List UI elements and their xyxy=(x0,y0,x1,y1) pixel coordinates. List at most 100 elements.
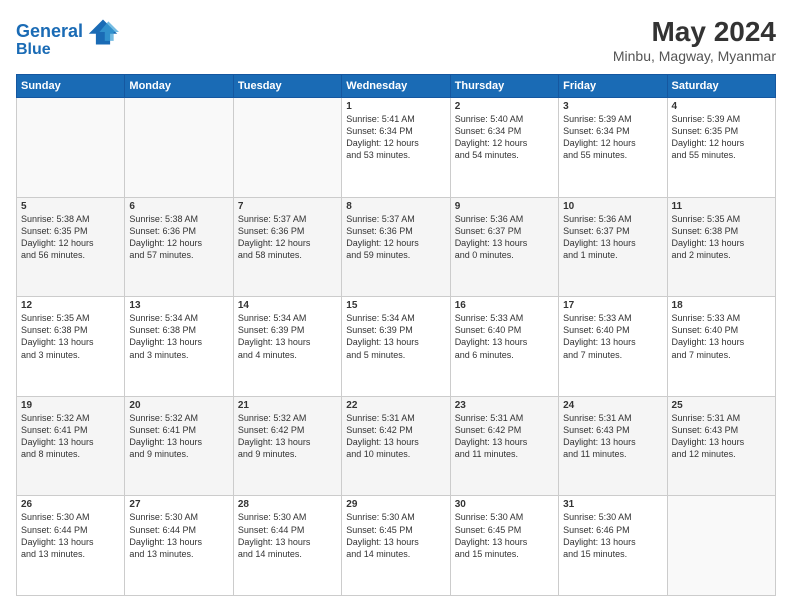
logo: General Blue xyxy=(16,16,119,59)
day-number: 20 xyxy=(129,400,228,411)
day-number: 21 xyxy=(238,400,337,411)
weekday-header-tuesday: Tuesday xyxy=(233,75,341,98)
week-row-1: 1Sunrise: 5:41 AM Sunset: 6:34 PM Daylig… xyxy=(17,98,776,198)
calendar-cell: 18Sunrise: 5:33 AM Sunset: 6:40 PM Dayli… xyxy=(667,297,775,397)
day-number: 18 xyxy=(672,300,771,311)
day-info: Sunrise: 5:38 AM Sunset: 6:35 PM Dayligh… xyxy=(21,213,120,262)
day-info: Sunrise: 5:30 AM Sunset: 6:44 PM Dayligh… xyxy=(129,511,228,560)
day-number: 15 xyxy=(346,300,445,311)
day-info: Sunrise: 5:35 AM Sunset: 6:38 PM Dayligh… xyxy=(21,312,120,361)
day-info: Sunrise: 5:37 AM Sunset: 6:36 PM Dayligh… xyxy=(346,213,445,262)
day-number: 29 xyxy=(346,499,445,510)
calendar-cell xyxy=(667,496,775,596)
day-info: Sunrise: 5:36 AM Sunset: 6:37 PM Dayligh… xyxy=(563,213,662,262)
weekday-header-thursday: Thursday xyxy=(450,75,558,98)
day-number: 6 xyxy=(129,201,228,212)
day-number: 13 xyxy=(129,300,228,311)
calendar-cell: 20Sunrise: 5:32 AM Sunset: 6:41 PM Dayli… xyxy=(125,396,233,496)
calendar-cell: 10Sunrise: 5:36 AM Sunset: 6:37 PM Dayli… xyxy=(559,197,667,297)
day-number: 9 xyxy=(455,201,554,212)
day-info: Sunrise: 5:34 AM Sunset: 6:39 PM Dayligh… xyxy=(238,312,337,361)
calendar-cell: 27Sunrise: 5:30 AM Sunset: 6:44 PM Dayli… xyxy=(125,496,233,596)
calendar-cell: 11Sunrise: 5:35 AM Sunset: 6:38 PM Dayli… xyxy=(667,197,775,297)
day-number: 23 xyxy=(455,400,554,411)
day-number: 5 xyxy=(21,201,120,212)
calendar-cell: 6Sunrise: 5:38 AM Sunset: 6:36 PM Daylig… xyxy=(125,197,233,297)
day-number: 16 xyxy=(455,300,554,311)
calendar-cell: 19Sunrise: 5:32 AM Sunset: 6:41 PM Dayli… xyxy=(17,396,125,496)
calendar-cell: 12Sunrise: 5:35 AM Sunset: 6:38 PM Dayli… xyxy=(17,297,125,397)
day-number: 12 xyxy=(21,300,120,311)
calendar-cell xyxy=(233,98,341,198)
week-row-3: 12Sunrise: 5:35 AM Sunset: 6:38 PM Dayli… xyxy=(17,297,776,397)
day-info: Sunrise: 5:33 AM Sunset: 6:40 PM Dayligh… xyxy=(563,312,662,361)
day-info: Sunrise: 5:31 AM Sunset: 6:43 PM Dayligh… xyxy=(672,412,771,461)
day-number: 28 xyxy=(238,499,337,510)
calendar-cell: 31Sunrise: 5:30 AM Sunset: 6:46 PM Dayli… xyxy=(559,496,667,596)
location-title: Minbu, Magway, Myanmar xyxy=(613,48,776,64)
calendar-cell: 16Sunrise: 5:33 AM Sunset: 6:40 PM Dayli… xyxy=(450,297,558,397)
calendar-cell: 21Sunrise: 5:32 AM Sunset: 6:42 PM Dayli… xyxy=(233,396,341,496)
weekday-header-friday: Friday xyxy=(559,75,667,98)
day-info: Sunrise: 5:32 AM Sunset: 6:41 PM Dayligh… xyxy=(129,412,228,461)
day-info: Sunrise: 5:36 AM Sunset: 6:37 PM Dayligh… xyxy=(455,213,554,262)
week-row-2: 5Sunrise: 5:38 AM Sunset: 6:35 PM Daylig… xyxy=(17,197,776,297)
day-info: Sunrise: 5:34 AM Sunset: 6:38 PM Dayligh… xyxy=(129,312,228,361)
day-info: Sunrise: 5:39 AM Sunset: 6:34 PM Dayligh… xyxy=(563,113,662,162)
calendar-cell: 5Sunrise: 5:38 AM Sunset: 6:35 PM Daylig… xyxy=(17,197,125,297)
day-info: Sunrise: 5:30 AM Sunset: 6:45 PM Dayligh… xyxy=(346,511,445,560)
day-info: Sunrise: 5:30 AM Sunset: 6:45 PM Dayligh… xyxy=(455,511,554,560)
day-number: 1 xyxy=(346,101,445,112)
calendar-cell xyxy=(17,98,125,198)
day-number: 27 xyxy=(129,499,228,510)
day-number: 19 xyxy=(21,400,120,411)
calendar-cell: 25Sunrise: 5:31 AM Sunset: 6:43 PM Dayli… xyxy=(667,396,775,496)
day-info: Sunrise: 5:37 AM Sunset: 6:36 PM Dayligh… xyxy=(238,213,337,262)
day-number: 31 xyxy=(563,499,662,510)
day-number: 22 xyxy=(346,400,445,411)
day-info: Sunrise: 5:30 AM Sunset: 6:44 PM Dayligh… xyxy=(21,511,120,560)
week-row-5: 26Sunrise: 5:30 AM Sunset: 6:44 PM Dayli… xyxy=(17,496,776,596)
day-info: Sunrise: 5:38 AM Sunset: 6:36 PM Dayligh… xyxy=(129,213,228,262)
day-number: 11 xyxy=(672,201,771,212)
day-info: Sunrise: 5:31 AM Sunset: 6:42 PM Dayligh… xyxy=(455,412,554,461)
day-number: 10 xyxy=(563,201,662,212)
day-info: Sunrise: 5:31 AM Sunset: 6:43 PM Dayligh… xyxy=(563,412,662,461)
header: General Blue May 2024 Minbu, Magway, Mya… xyxy=(16,16,776,64)
calendar-cell: 26Sunrise: 5:30 AM Sunset: 6:44 PM Dayli… xyxy=(17,496,125,596)
weekday-header-sunday: Sunday xyxy=(17,75,125,98)
calendar-cell: 13Sunrise: 5:34 AM Sunset: 6:38 PM Dayli… xyxy=(125,297,233,397)
calendar-cell: 15Sunrise: 5:34 AM Sunset: 6:39 PM Dayli… xyxy=(342,297,450,397)
weekday-header-saturday: Saturday xyxy=(667,75,775,98)
day-number: 7 xyxy=(238,201,337,212)
day-info: Sunrise: 5:39 AM Sunset: 6:35 PM Dayligh… xyxy=(672,113,771,162)
calendar-cell: 14Sunrise: 5:34 AM Sunset: 6:39 PM Dayli… xyxy=(233,297,341,397)
calendar-cell: 28Sunrise: 5:30 AM Sunset: 6:44 PM Dayli… xyxy=(233,496,341,596)
day-info: Sunrise: 5:34 AM Sunset: 6:39 PM Dayligh… xyxy=(346,312,445,361)
calendar-cell: 30Sunrise: 5:30 AM Sunset: 6:45 PM Dayli… xyxy=(450,496,558,596)
day-info: Sunrise: 5:33 AM Sunset: 6:40 PM Dayligh… xyxy=(672,312,771,361)
day-number: 30 xyxy=(455,499,554,510)
logo-text2: Blue xyxy=(16,40,51,59)
month-title: May 2024 xyxy=(613,16,776,48)
page: General Blue May 2024 Minbu, Magway, Mya… xyxy=(0,0,792,612)
calendar-cell: 23Sunrise: 5:31 AM Sunset: 6:42 PM Dayli… xyxy=(450,396,558,496)
day-info: Sunrise: 5:32 AM Sunset: 6:42 PM Dayligh… xyxy=(238,412,337,461)
day-info: Sunrise: 5:41 AM Sunset: 6:34 PM Dayligh… xyxy=(346,113,445,162)
calendar-cell: 24Sunrise: 5:31 AM Sunset: 6:43 PM Dayli… xyxy=(559,396,667,496)
day-info: Sunrise: 5:32 AM Sunset: 6:41 PM Dayligh… xyxy=(21,412,120,461)
calendar-cell xyxy=(125,98,233,198)
day-number: 3 xyxy=(563,101,662,112)
calendar-table: SundayMondayTuesdayWednesdayThursdayFrid… xyxy=(16,74,776,596)
day-info: Sunrise: 5:31 AM Sunset: 6:42 PM Dayligh… xyxy=(346,412,445,461)
day-number: 25 xyxy=(672,400,771,411)
calendar-cell: 2Sunrise: 5:40 AM Sunset: 6:34 PM Daylig… xyxy=(450,98,558,198)
day-number: 2 xyxy=(455,101,554,112)
weekday-header-wednesday: Wednesday xyxy=(342,75,450,98)
day-info: Sunrise: 5:40 AM Sunset: 6:34 PM Dayligh… xyxy=(455,113,554,162)
day-number: 24 xyxy=(563,400,662,411)
calendar-cell: 4Sunrise: 5:39 AM Sunset: 6:35 PM Daylig… xyxy=(667,98,775,198)
day-info: Sunrise: 5:35 AM Sunset: 6:38 PM Dayligh… xyxy=(672,213,771,262)
calendar-cell: 3Sunrise: 5:39 AM Sunset: 6:34 PM Daylig… xyxy=(559,98,667,198)
calendar-cell: 9Sunrise: 5:36 AM Sunset: 6:37 PM Daylig… xyxy=(450,197,558,297)
